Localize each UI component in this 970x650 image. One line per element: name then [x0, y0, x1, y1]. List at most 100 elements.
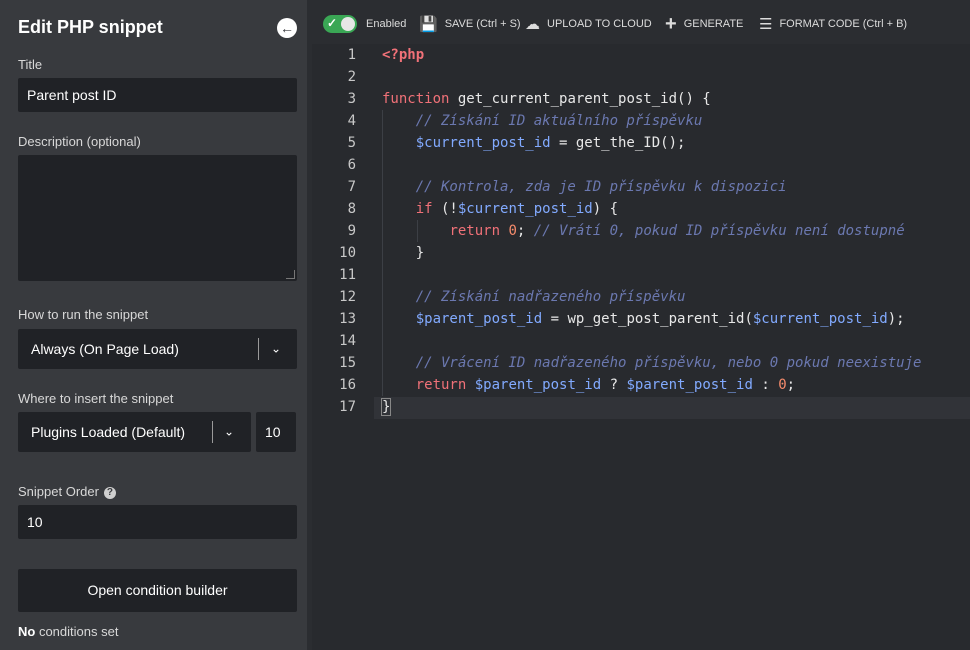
- code-text: get_current_parent_post_id() {: [449, 91, 711, 107]
- help-icon[interactable]: ?: [103, 487, 116, 499]
- upload-to-cloud-button[interactable]: ☁ UPLOAD TO CLOUD: [525, 5, 652, 43]
- variable: $current_post_id: [415, 135, 551, 151]
- plus-icon: +: [665, 12, 677, 35]
- code-text: = wp_get_post_parent_id(: [542, 311, 753, 327]
- line-number: 4: [347, 113, 356, 129]
- code-line-12: // Získání nadřazeného příspěvku: [382, 289, 686, 305]
- insert-select-value: Plugins Loaded (Default): [31, 424, 186, 440]
- line-number: 3: [347, 91, 356, 107]
- enabled-toggle[interactable]: ✓ Enabled: [323, 5, 406, 43]
- order-label-text: Snippet Order: [18, 484, 99, 499]
- chevron-down-icon[interactable]: ⌄: [271, 341, 281, 355]
- line-number: 6: [347, 157, 356, 173]
- toggle-knob: [341, 17, 355, 31]
- editor-toolbar: ✓ Enabled 💾 SAVE (Ctrl + S) ☁ UPLOAD TO …: [312, 5, 970, 43]
- keyword: return: [449, 223, 501, 239]
- title-label: Title: [18, 57, 43, 72]
- format-label: FORMAT CODE (Ctrl + B): [779, 18, 908, 30]
- line-number: 2: [347, 69, 356, 85]
- code-text: }: [415, 245, 425, 261]
- code-line-17: }: [380, 398, 392, 416]
- insert-priority-input[interactable]: 10: [256, 412, 296, 452]
- description-label: Description (optional): [18, 134, 141, 149]
- comment: // Získání nadřazeného příspěvku: [415, 289, 686, 305]
- line-number: 8: [347, 201, 356, 217]
- conditions-count: No: [18, 624, 36, 639]
- php-open-tag: <?php: [382, 47, 425, 63]
- line-number: 16: [339, 377, 356, 393]
- line-number: 11: [339, 267, 356, 283]
- comment: // Vrácení ID nadřazeného příspěvku, neb…: [415, 355, 922, 371]
- comment: // Získání ID aktuálního příspěvku: [415, 113, 703, 129]
- conditions-text: conditions set: [35, 624, 119, 639]
- code-line-10: }: [382, 245, 424, 261]
- snippet-settings-panel: Edit PHP snippet ← Title Parent post ID …: [0, 0, 307, 650]
- align-left-icon: ☰: [759, 16, 773, 33]
- number: 0: [508, 223, 517, 239]
- title-input[interactable]: Parent post ID: [18, 78, 297, 112]
- code-line-9: return 0; // Vrátí 0, pokud ID příspěvku…: [382, 223, 905, 239]
- order-input[interactable]: 10: [18, 505, 297, 539]
- line-number: 10: [339, 245, 356, 261]
- line-number: 5: [347, 135, 356, 151]
- toggle-switch[interactable]: ✓: [323, 15, 357, 33]
- run-select[interactable]: Always (On Page Load) ⌄: [18, 329, 297, 369]
- code-line-5: $current_post_id = get_the_ID();: [382, 135, 686, 151]
- select-separator: [212, 421, 213, 443]
- enabled-label: Enabled: [366, 18, 407, 30]
- format-code-button[interactable]: ☰ FORMAT CODE (Ctrl + B): [759, 5, 907, 43]
- active-line-highlight: [374, 397, 970, 419]
- generate-label: GENERATE: [683, 18, 744, 30]
- arrow-left-circle-icon[interactable]: ←: [277, 18, 297, 38]
- code-line-4: // Získání ID aktuálního příspěvku: [382, 113, 703, 129]
- variable: $parent_post_id: [415, 311, 543, 327]
- code-text: (!: [432, 201, 458, 217]
- insert-select[interactable]: Plugins Loaded (Default) ⌄: [18, 412, 251, 452]
- line-number: 7: [347, 179, 356, 195]
- chevron-down-icon[interactable]: ⌄: [224, 424, 234, 438]
- cloud-upload-icon: ☁: [525, 16, 540, 33]
- code-line-1: <?php: [382, 47, 424, 63]
- variable: $parent_post_id: [474, 377, 602, 393]
- code-line-16: return $parent_post_id ? $parent_post_id…: [382, 377, 795, 393]
- code-line-3: function get_current_parent_post_id() {: [382, 91, 711, 107]
- code-line-15: // Vrácení ID nadřazeného příspěvku, neb…: [382, 355, 922, 371]
- code-text: ?: [601, 377, 627, 393]
- open-condition-builder-button[interactable]: Open condition builder: [18, 569, 297, 612]
- code-text: }: [380, 398, 392, 416]
- keyword: if: [415, 201, 433, 217]
- number: 0: [778, 377, 787, 393]
- line-number: 15: [339, 355, 356, 371]
- description-textarea[interactable]: [18, 155, 297, 281]
- generate-button[interactable]: + GENERATE: [665, 5, 743, 43]
- code-editor[interactable]: 1 2 3 4 5 6 7 8 9 10 11 12 13 14 15 16 17 <?php function…: [312, 44, 970, 650]
- title-input-value: Parent post ID: [27, 87, 117, 103]
- order-label: Snippet Order?: [18, 484, 116, 499]
- line-number: 13: [339, 311, 356, 327]
- line-number: 1: [347, 47, 356, 63]
- save-label: SAVE (Ctrl + S): [444, 18, 521, 30]
- comment: // Kontrola, zda je ID příspěvku k dispo…: [415, 179, 787, 195]
- select-separator: [258, 338, 259, 360]
- code-text: ;: [786, 377, 796, 393]
- conditions-status: No conditions set: [18, 624, 118, 639]
- comment: // Vrátí 0, pokud ID příspěvku není dost…: [533, 223, 905, 239]
- panel-title: Edit PHP snippet: [18, 17, 163, 37]
- check-icon: ✓: [327, 16, 338, 30]
- line-number: 17: [339, 399, 356, 415]
- variable: $current_post_id: [752, 311, 888, 327]
- code-text: ;: [516, 223, 526, 239]
- line-number: 9: [347, 223, 356, 239]
- upload-label: UPLOAD TO CLOUD: [547, 18, 652, 30]
- run-label: How to run the snippet: [18, 307, 149, 322]
- variable: $current_post_id: [457, 201, 593, 217]
- resize-handle[interactable]: [286, 270, 295, 279]
- save-button[interactable]: 💾 SAVE (Ctrl + S): [419, 5, 521, 43]
- line-number: 14: [339, 333, 356, 349]
- keyword: return: [415, 377, 467, 393]
- run-select-value: Always (On Page Load): [31, 341, 179, 357]
- floppy-disk-icon: 💾: [419, 16, 438, 33]
- code-text: ) {: [592, 201, 619, 217]
- code-text: :: [752, 377, 779, 393]
- insert-priority-value: 10: [265, 424, 281, 440]
